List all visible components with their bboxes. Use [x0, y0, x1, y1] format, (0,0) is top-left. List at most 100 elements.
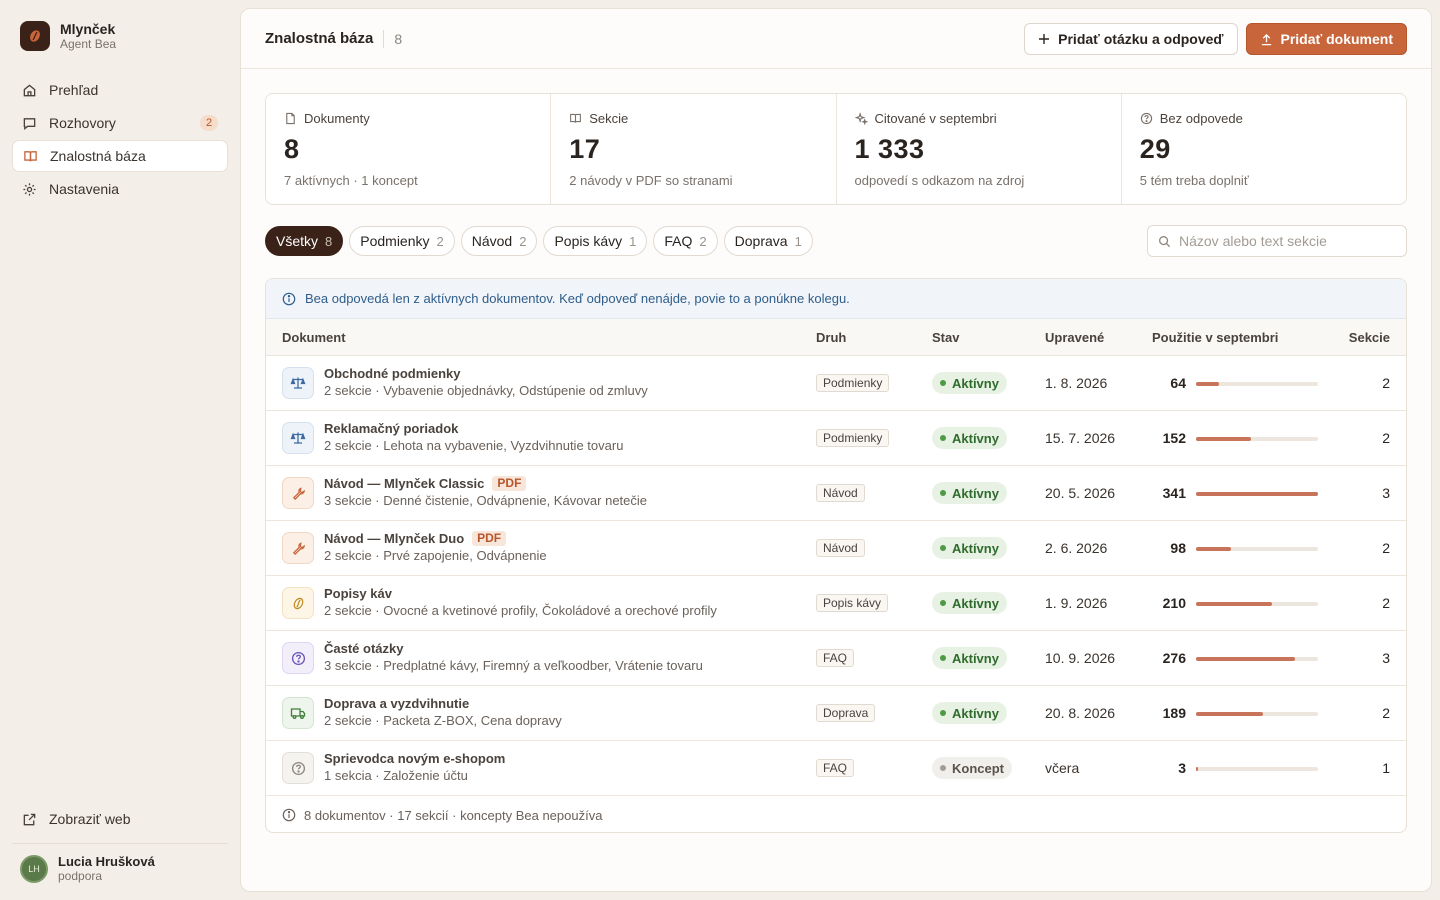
stat-sections: Sekcie 17 2 návody v PDF so stranami	[551, 94, 837, 204]
sidebar: Mlynček Agent Bea Prehľad Rozhovory 2 Zn…	[0, 0, 240, 900]
usage-count: 98	[1170, 540, 1186, 556]
stat-value: 1 333	[854, 134, 925, 164]
stat-subtext: 7 aktívnych · 1 koncept	[284, 173, 418, 188]
status-dot	[940, 380, 946, 386]
status-label: Aktívny	[952, 430, 999, 446]
sparkle-icon	[854, 112, 868, 125]
sidebar-item-prehlad[interactable]: Prehľad	[12, 74, 228, 106]
document-title[interactable]: Popisy káv	[324, 586, 392, 601]
usage-count: 276	[1162, 650, 1186, 666]
sidebar-item-rozhovory[interactable]: Rozhovory 2	[12, 107, 228, 139]
brand[interactable]: Mlynček Agent Bea	[12, 20, 228, 52]
stat-label: Bez odpovede	[1159, 111, 1243, 126]
usage-count: 3	[1178, 760, 1186, 776]
search-box[interactable]	[1147, 225, 1407, 257]
document-info: Časté otázky 3 sekcie · Predplatné kávy, …	[324, 641, 703, 674]
table-row[interactable]: Doprava a vyzdvihnutie 2 sekcie · Packeta…	[266, 686, 1406, 741]
filter-label: Popis kávy	[554, 233, 623, 249]
document-sections: 2 sekcie · Vybavenie objednávky, Odstúpe…	[324, 383, 648, 398]
table-row[interactable]: Sprievodca novým e-shopom 1 sekcia · Zalo…	[266, 741, 1406, 796]
filter-count: 2	[699, 233, 707, 249]
usage-bar	[1196, 767, 1318, 771]
status-badge: Aktívny	[932, 592, 1007, 614]
file-icon	[286, 112, 295, 125]
document-title[interactable]: Návod — Mlynček Classic	[324, 476, 484, 491]
table-row[interactable]: Návod — Mlynček Classic PDF 3 sekcie · Den…	[266, 466, 1406, 521]
book-icon	[24, 150, 37, 161]
truck-icon	[282, 697, 314, 729]
updated-date: 10. 9. 2026	[1045, 650, 1116, 666]
search-input[interactable]	[1179, 233, 1389, 249]
header-actions: Pridať otázku a odpoveď Pridať dokument	[1024, 23, 1407, 55]
usage-bar-fill	[1196, 602, 1272, 606]
kind-tag: Návod	[816, 484, 865, 502]
table-row[interactable]: Časté otázky 3 sekcie · Predplatné kávy, …	[266, 631, 1406, 686]
document-title[interactable]: Sprievodca novým e-shopom	[324, 751, 505, 766]
updated-date: 15. 7. 2026	[1045, 430, 1116, 446]
usage-bar	[1196, 657, 1318, 661]
plus-icon	[1039, 34, 1050, 44]
kind-tag: Návod	[816, 539, 865, 557]
status-label: Koncept	[952, 760, 1004, 776]
document-title[interactable]: Časté otázky	[324, 641, 403, 656]
stat-label: Dokumenty	[304, 111, 370, 126]
column-sections[interactable]: Sekcie	[1349, 330, 1390, 345]
category-filters: Všetky 8 Podmienky 2 Návod 2 Popis kávy 1 FA…	[265, 226, 813, 256]
updated-date: včera	[1045, 760, 1080, 776]
filter-podmienky[interactable]: Podmienky 2	[349, 226, 455, 256]
document-title[interactable]: Doprava a vyzdvihnutie	[324, 696, 469, 711]
filter-all[interactable]: Všetky 8	[265, 226, 344, 256]
table-row[interactable]: Obchodné podmienky 2 sekcie · Vybavenie o…	[266, 356, 1406, 411]
add-document-button[interactable]: Pridať dokument	[1245, 23, 1407, 55]
status-dot	[940, 490, 946, 496]
document-info: Obchodné podmienky 2 sekcie · Vybavenie o…	[324, 366, 648, 399]
column-state[interactable]: Stav	[932, 330, 959, 345]
chat-icon	[23, 117, 36, 130]
kind-tag: FAQ	[816, 649, 855, 667]
user-profile[interactable]: LH Lucia Hrušková podpora	[12, 854, 228, 884]
table-row[interactable]: Reklamačný poriadok 2 sekcie · Lehota na …	[266, 411, 1406, 466]
column-updated[interactable]: Upravené	[1045, 330, 1104, 345]
document-info: Doprava a vyzdvihnutie 2 sekcie · Packeta…	[324, 696, 562, 729]
document-title[interactable]: Reklamačný poriadok	[324, 421, 458, 436]
filter-popis-kavy[interactable]: Popis kávy 1	[543, 226, 648, 256]
filter-faq[interactable]: FAQ 2	[653, 226, 718, 256]
sections-count: 2	[1382, 705, 1390, 721]
coffee-bean-icon	[282, 587, 314, 619]
usage-bar-fill	[1196, 437, 1251, 441]
page-title: Znalostná báza	[265, 30, 374, 47]
sidebar-item-nastavenia[interactable]: Nastavenia	[12, 173, 228, 205]
document-title[interactable]: Obchodné podmienky	[324, 366, 461, 381]
usage-count: 152	[1162, 430, 1186, 446]
column-usage[interactable]: Použitie v septembri	[1152, 330, 1278, 345]
sidebar-item-znalostna-baza[interactable]: Znalostná báza	[12, 140, 228, 172]
view-website-link[interactable]: Zobraziť web	[12, 803, 228, 835]
table-body: Obchodné podmienky 2 sekcie · Vybavenie o…	[266, 356, 1406, 796]
pdf-tag: PDF	[472, 531, 507, 546]
usage-bar-fill	[1196, 382, 1220, 386]
document-title[interactable]: Návod — Mlynček Duo	[324, 531, 464, 546]
column-document[interactable]: Dokument	[282, 330, 346, 345]
usage-count: 189	[1162, 705, 1186, 721]
filter-navod[interactable]: Návod 2	[460, 226, 538, 256]
usage-bar	[1196, 492, 1318, 496]
view-website-label: Zobraziť web	[49, 811, 131, 827]
footer-summary: 8 dokumentov · 17 sekcií · koncepty Bea …	[304, 807, 603, 823]
table-row[interactable]: Návod — Mlynček Duo PDF 2 sekcie · Prvé za…	[266, 521, 1406, 576]
question-icon	[282, 642, 314, 674]
external-link-icon	[23, 813, 36, 825]
kind-tag: Popis kávy	[816, 594, 889, 612]
sidebar-nav: Prehľad Rozhovory 2 Znalostná báza Nasta…	[12, 74, 228, 205]
usage-bar-fill	[1196, 547, 1232, 551]
column-kind[interactable]: Druh	[816, 330, 846, 345]
usage-bar-fill	[1196, 767, 1199, 771]
filter-doprava[interactable]: Doprava 1	[723, 226, 813, 256]
add-qa-button[interactable]: Pridať otázku a odpoveď	[1024, 23, 1238, 55]
filter-count: 8	[325, 233, 333, 249]
table-row[interactable]: Popisy káv 2 sekcie · Ovocné a kvetinové …	[266, 576, 1406, 631]
status-label: Aktívny	[952, 595, 999, 611]
updated-date: 1. 8. 2026	[1045, 375, 1108, 391]
status-badge: Koncept	[932, 757, 1012, 779]
filter-label: Všetky	[276, 233, 319, 249]
usage-bar-fill	[1196, 712, 1264, 716]
